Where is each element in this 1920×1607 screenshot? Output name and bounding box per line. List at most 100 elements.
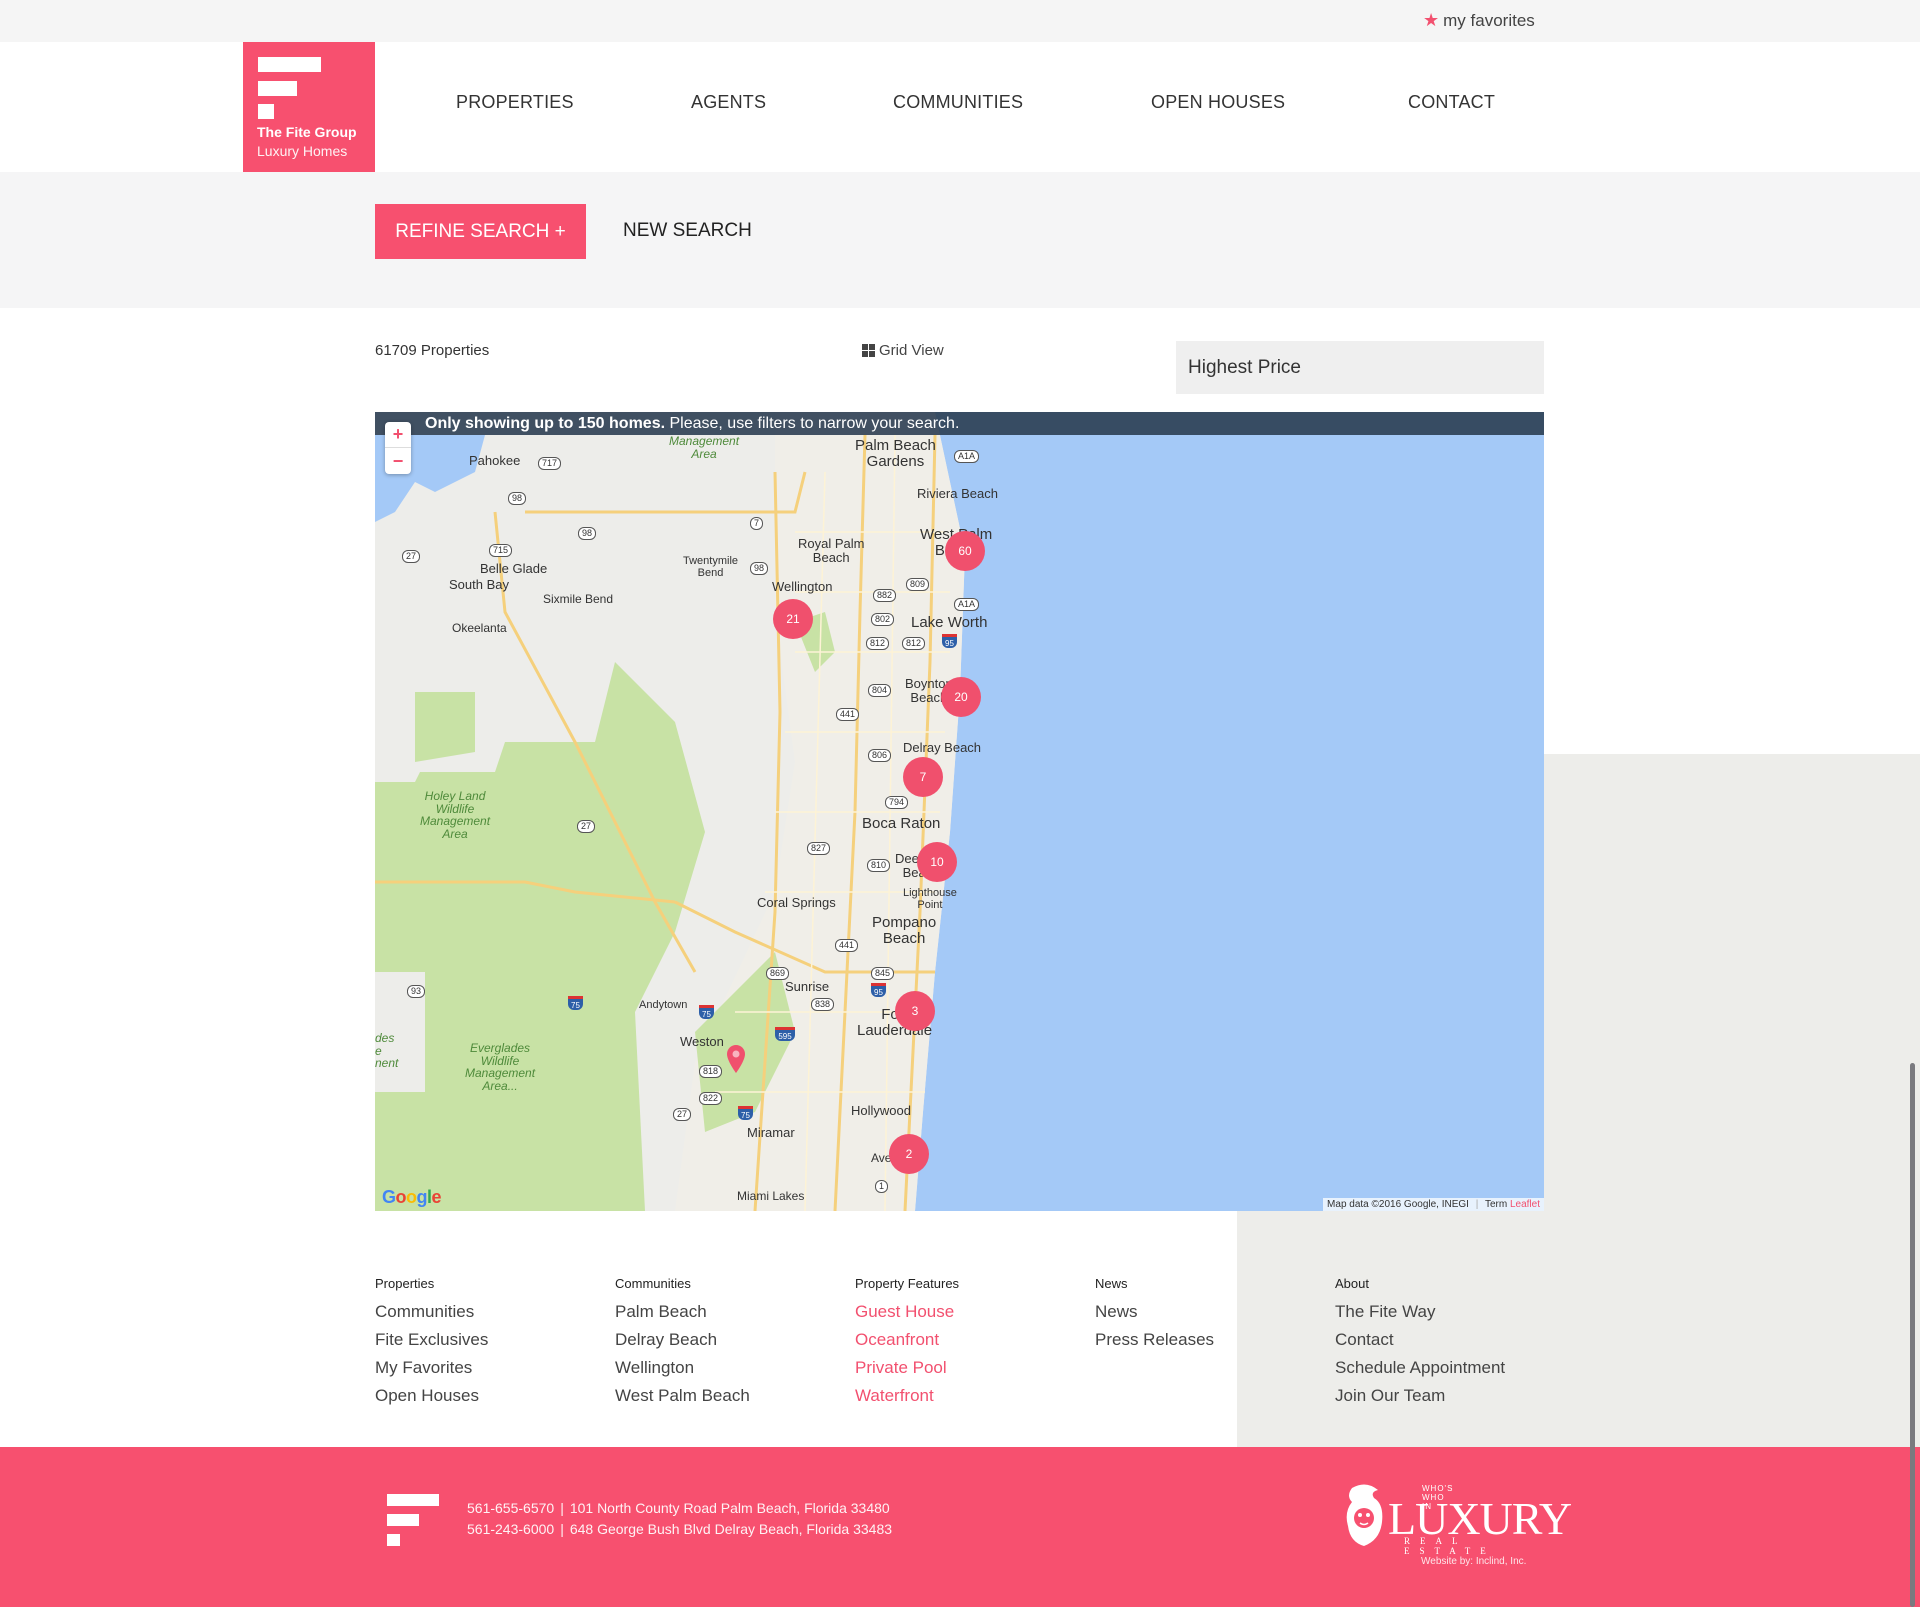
map-label: Weston <box>680 1034 724 1049</box>
map-zoom-control: + − <box>385 422 411 474</box>
map-limit-notice: Only showing up to 150 homes. Please, us… <box>375 412 1544 435</box>
map-label: Belle Glade <box>480 561 548 576</box>
scrollbar-thumb[interactable] <box>1910 1063 1915 1607</box>
interstate-95-shield: 95 <box>942 634 957 648</box>
road-shield-a1a: A1A <box>954 598 980 611</box>
road-shield-715: 715 <box>489 544 513 557</box>
star-icon: ★ <box>1423 10 1440 30</box>
map-cluster[interactable]: 20 <box>941 677 981 717</box>
footer-link[interactable]: My Favorites <box>375 1357 595 1385</box>
footer-link[interactable]: Fite Exclusives <box>375 1329 595 1357</box>
map-terms-link[interactable]: Term <box>1485 1199 1507 1210</box>
map-cluster[interactable]: 2 <box>889 1134 929 1174</box>
zoom-out-button[interactable]: − <box>385 448 411 474</box>
map-label: Riviera Beach <box>917 486 998 501</box>
footer-link[interactable]: West Palm Beach <box>615 1385 835 1413</box>
new-search-button[interactable]: NEW SEARCH <box>623 220 752 242</box>
road-shield-802: 802 <box>871 613 895 626</box>
footer-link[interactable]: Contact <box>1335 1329 1555 1357</box>
map-label: Sunrise <box>785 979 830 994</box>
refine-search-button[interactable]: REFINE SEARCH + <box>375 204 586 259</box>
logo-mark-bar <box>258 104 274 119</box>
road-shield-441: 441 <box>836 708 860 721</box>
footer-column-communities: Communities Palm Beach Delray Beach Well… <box>615 1276 835 1413</box>
map-attribution: Map data ©2016 Google, INEGI | Term Leaf… <box>1323 1198 1544 1211</box>
nav-contact[interactable]: CONTACT <box>1408 92 1495 113</box>
map-label: Wellington <box>772 579 833 594</box>
footer-link[interactable]: Palm Beach <box>615 1301 835 1329</box>
map-label: des e nent <box>375 1031 399 1071</box>
office-phone[interactable]: 561-243-6000 <box>467 1521 554 1537</box>
map-cluster[interactable]: 3 <box>895 991 935 1031</box>
road-shield-818: 818 <box>699 1065 723 1078</box>
road-shield-806: 806 <box>868 749 892 762</box>
footer-link[interactable]: Press Releases <box>1095 1329 1315 1357</box>
my-favorites-link[interactable]: ★ my favorites <box>1423 10 1535 31</box>
road-shield-7: 7 <box>750 517 764 530</box>
footer-link[interactable]: Schedule Appointment <box>1335 1357 1555 1385</box>
top-bar <box>0 0 1920 42</box>
road-shield-27: 27 <box>577 820 596 833</box>
map-label: Okeelanta <box>452 621 507 635</box>
road-shield-27: 27 <box>402 550 421 563</box>
footer-link[interactable]: Waterfront <box>855 1385 1075 1413</box>
nav-agents[interactable]: AGENTS <box>691 92 766 113</box>
footer-link[interactable]: Open Houses <box>375 1385 595 1413</box>
footer-link[interactable]: Communities <box>375 1301 595 1329</box>
footer-link[interactable]: Join Our Team <box>1335 1385 1555 1413</box>
map-label: Miami Lakes <box>737 1189 805 1203</box>
notice-bold: Only showing up to 150 homes. <box>425 415 666 432</box>
road-shield-98: 98 <box>578 527 597 540</box>
footer-heading: Property Features <box>855 1276 960 1291</box>
office-phone[interactable]: 561-655-6570 <box>467 1500 554 1516</box>
website-credit-link[interactable]: Website by: Inclind, Inc. <box>1421 1556 1526 1567</box>
map-label: Twentymile Bend <box>683 555 739 579</box>
grid-view-button[interactable]: Grid View <box>862 342 944 359</box>
zoom-in-button[interactable]: + <box>385 422 411 448</box>
footer-link[interactable]: Guest House <box>855 1301 1075 1329</box>
notice-text: Please, use filters to narrow your searc… <box>665 415 960 432</box>
logo-mark-bar <box>258 57 321 72</box>
map-label: Management Area <box>669 434 740 461</box>
footer-link[interactable]: Wellington <box>615 1357 835 1385</box>
site-logo[interactable]: The Fite Group Luxury Homes <box>243 42 375 172</box>
road-shield-1: 1 <box>875 1180 889 1193</box>
interstate-595-shield: 595 <box>775 1027 795 1041</box>
road-shield-812: 812 <box>866 637 890 650</box>
nav-properties[interactable]: PROPERTIES <box>456 92 574 113</box>
google-logo: Google <box>382 1187 442 1207</box>
leaflet-link[interactable]: Leaflet <box>1510 1199 1540 1210</box>
map-cluster[interactable]: 60 <box>945 531 985 571</box>
map-marker-pin[interactable] <box>727 1045 745 1073</box>
map-cluster[interactable]: 21 <box>773 599 813 639</box>
map-label: Lighthouse Point <box>903 887 957 911</box>
sort-select[interactable]: Highest Price <box>1176 341 1544 394</box>
footer-column-about: About The Fite Way Contact Schedule Appo… <box>1335 1276 1555 1413</box>
footer-heading: Properties <box>375 1276 435 1291</box>
road-shield-845: 845 <box>871 967 895 980</box>
grid-view-label: Grid View <box>879 342 944 359</box>
results-map[interactable]: Pahokee Management Area Palm Beach Garde… <box>375 412 1544 1211</box>
interstate-95-shield: 95 <box>871 983 886 997</box>
footer-link[interactable]: Oceanfront <box>855 1329 1075 1357</box>
map-label: Andytown <box>639 999 688 1011</box>
grid-icon <box>862 344 875 357</box>
nav-open-houses[interactable]: OPEN HOUSES <box>1151 92 1285 113</box>
map-cluster[interactable]: 10 <box>917 842 957 882</box>
map-label: Holey Land Wildlife Management Area <box>420 789 491 841</box>
road-shield-441: 441 <box>835 939 859 952</box>
footer-link[interactable]: Delray Beach <box>615 1329 835 1357</box>
road-shield-717: 717 <box>538 457 562 470</box>
interstate-75-shield: 75 <box>699 1005 714 1019</box>
road-shield-810: 810 <box>867 859 891 872</box>
map-label: Sixmile Bend <box>543 592 614 606</box>
map-cluster[interactable]: 7 <box>903 757 943 797</box>
my-favorites-label: my favorites <box>1443 10 1535 30</box>
office-line: 561-655-6570 | 101 North County Road Palm … <box>467 1500 890 1516</box>
view-toggle: Grid View Map View <box>862 342 1920 1553</box>
footer-link[interactable]: News <box>1095 1301 1315 1329</box>
footer-link[interactable]: The Fite Way <box>1335 1301 1555 1329</box>
footer-link[interactable]: Private Pool <box>855 1357 1075 1385</box>
map-label: Everglades Wildlife Management Area... <box>465 1041 536 1093</box>
nav-communities[interactable]: COMMUNITIES <box>893 92 1023 113</box>
